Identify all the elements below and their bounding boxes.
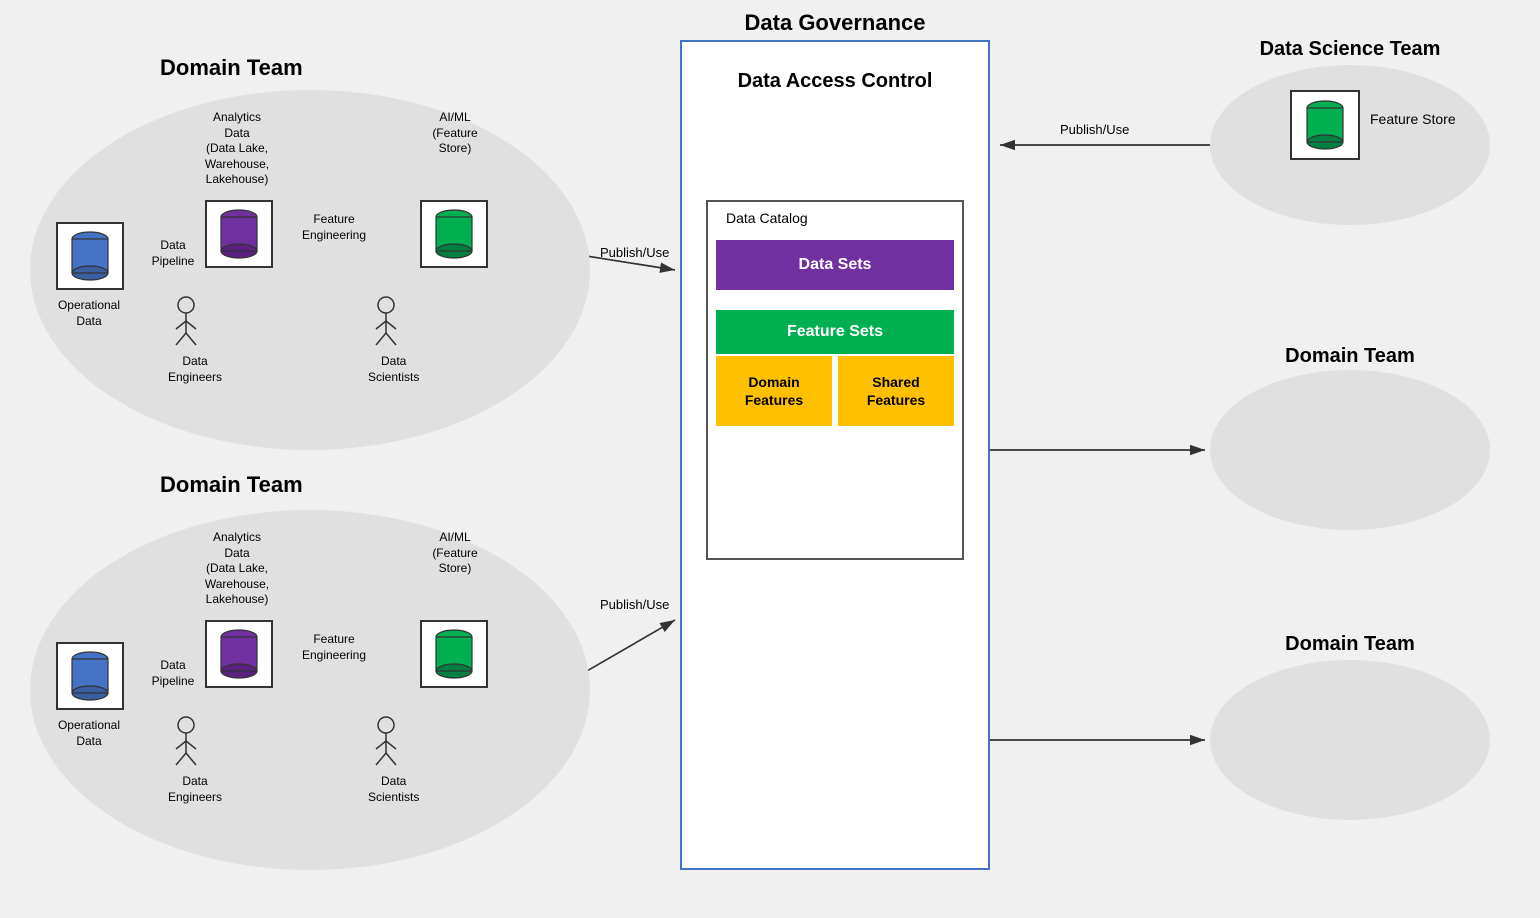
data-engineers-top: DataEngineers — [168, 295, 222, 385]
analytics-label-bottom: AnalyticsData(Data Lake,Warehouse,Lakeho… — [192, 530, 282, 608]
shared-features-text: SharedFeatures — [867, 373, 925, 409]
diagram-container: Domain Team Operational Data Data Pipeli… — [0, 0, 1540, 918]
domain-team-bottom-label: Domain Team — [160, 472, 303, 498]
scientists-label-bottom: DataScientists — [368, 774, 419, 805]
feature-sets-text: Feature Sets — [787, 323, 883, 341]
publish-use-right-label: Publish/Use — [1060, 122, 1129, 137]
operational-data-box-top — [56, 222, 124, 290]
analytics-label-top: AnalyticsData(Data Lake,Warehouse,Lakeho… — [192, 110, 282, 188]
op-data-bottom-label: OperationalData — [44, 718, 134, 749]
governance-title: Data Governance — [720, 10, 950, 36]
shared-features-box: SharedFeatures — [838, 356, 954, 426]
engineers-label-top: DataEngineers — [168, 354, 222, 385]
access-control-title: Data Access Control — [690, 70, 980, 93]
analytics-data-box-top — [205, 200, 273, 268]
engineers-label-bottom: DataEngineers — [168, 774, 222, 805]
publish-use-bottom-label: Publish/Use — [600, 597, 669, 612]
domain-team-top-label: Domain Team — [160, 55, 303, 81]
data-pipeline-top-label: Data Pipeline — [148, 238, 198, 269]
domain-team-right-bot-ellipse — [1210, 660, 1490, 820]
data-scientists-bottom: DataScientists — [368, 715, 419, 805]
domain-team-right-bot-label: Domain Team — [1215, 633, 1485, 656]
feature-sets-bar: Feature Sets — [716, 310, 954, 354]
feature-eng-top-label: FeatureEngineering — [295, 212, 373, 243]
data-pipeline-bottom-label: DataPipeline — [148, 658, 198, 689]
aiml-box-top — [420, 200, 488, 268]
data-engineers-bottom: DataEngineers — [168, 715, 222, 805]
feature-eng-bottom-label: FeatureEngineering — [295, 632, 373, 663]
data-science-team-label: Data Science Team — [1210, 38, 1490, 61]
feature-store-box-right — [1290, 90, 1360, 160]
aiml-label-top: AI/ML(FeatureStore) — [410, 110, 500, 157]
analytics-data-box-bottom — [205, 620, 273, 688]
domain-team-right-mid-label: Domain Team — [1215, 345, 1485, 368]
domain-features-text: DomainFeatures — [745, 373, 803, 409]
domain-team-right-mid-ellipse — [1210, 370, 1490, 530]
scientists-label-top: DataScientists — [368, 354, 419, 385]
feature-store-label-right: Feature Store — [1370, 110, 1456, 130]
datasets-bar-text: Data Sets — [799, 256, 872, 274]
publish-use-top-label: Publish/Use — [600, 245, 669, 260]
aiml-label-bottom: AI/ML(FeatureStore) — [410, 530, 500, 577]
data-scientists-top: DataScientists — [368, 295, 419, 385]
domain-features-box: DomainFeatures — [716, 356, 832, 426]
datasets-bar: Data Sets — [716, 240, 954, 290]
aiml-box-bottom — [420, 620, 488, 688]
data-catalog-label: Data Catalog — [726, 210, 808, 226]
operational-data-box-bottom — [56, 642, 124, 710]
op-data-top-label: Operational Data — [44, 298, 134, 329]
